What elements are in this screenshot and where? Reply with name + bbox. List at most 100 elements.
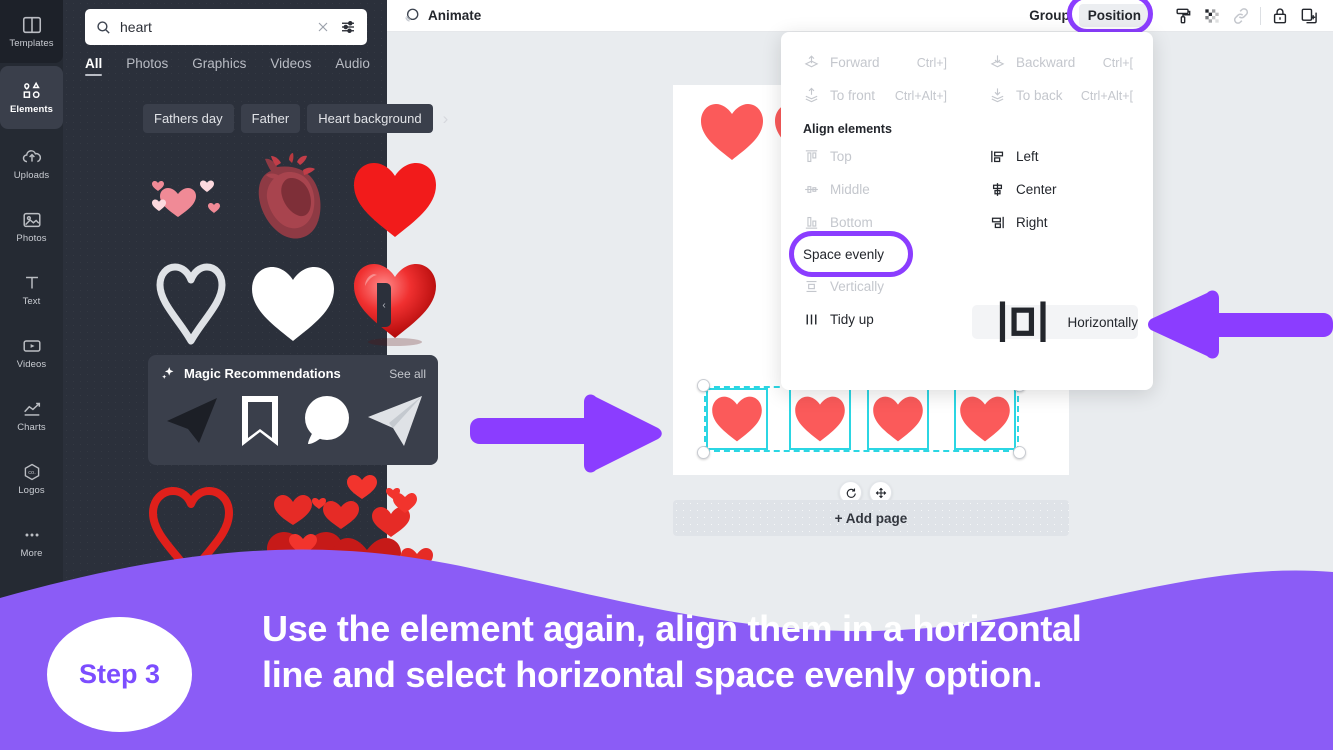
menu-item-vertically[interactable]: Vertically	[781, 270, 1153, 303]
menu-label: Middle	[830, 182, 870, 197]
result-white-outline-heart[interactable]	[143, 254, 239, 352]
menu-item-backward[interactable]: Backward Ctrl+[	[967, 46, 1153, 79]
canva-editor-screenshot: Templates Elements Uploads Photos Text V…	[0, 0, 1333, 750]
paint-roller-icon[interactable]	[1173, 6, 1193, 26]
sidebar-item-label: Photos	[16, 233, 47, 245]
menu-label: Center	[1016, 182, 1057, 197]
align-top-icon	[805, 150, 818, 163]
search-results-grid	[143, 150, 443, 358]
arrange-group: Forward Ctrl+] Backward Ctrl+[ To front …	[781, 46, 1153, 112]
tab-audio[interactable]: Audio	[335, 56, 370, 76]
result-white-filled-heart[interactable]	[245, 254, 341, 352]
search-bar[interactable]: heart	[85, 9, 367, 45]
chips-next-button[interactable]: ›	[440, 109, 449, 129]
result-glossy-red-heart[interactable]	[347, 254, 443, 352]
sidebar-item-photos[interactable]: Photos	[0, 195, 63, 258]
caption-line-2: line and select horizontal space evenly …	[262, 654, 1043, 696]
selected-hearts-group[interactable]	[697, 379, 1026, 459]
canvas-heart	[873, 396, 923, 442]
magic-recommendations-panel: Magic Recommendations See all	[148, 355, 438, 465]
search-input[interactable]: heart	[120, 19, 307, 35]
menu-label: Backward	[1016, 55, 1076, 70]
chip-heart-background[interactable]: Heart background	[307, 104, 433, 133]
result-pink-hearts-cluster[interactable]	[143, 150, 239, 248]
sidebar-item-videos[interactable]: Videos	[0, 321, 63, 384]
toolbar-right-group: Group Position	[1029, 0, 1333, 34]
tab-photos[interactable]: Photos	[126, 56, 168, 76]
sidebar-item-elements[interactable]: Elements	[0, 66, 63, 129]
menu-label: Horizontally	[1067, 314, 1138, 330]
photos-icon	[22, 213, 41, 228]
text-icon	[25, 277, 38, 289]
space-horizontally-icon	[999, 301, 1046, 343]
menu-item-align-middle[interactable]: Middle	[781, 173, 967, 206]
sidebar-item-label: Templates	[9, 38, 54, 50]
result-anatomical-heart[interactable]	[245, 150, 341, 248]
filter-sliders-icon[interactable]	[339, 18, 357, 36]
position-button[interactable]: Position	[1078, 4, 1150, 27]
animate-button[interactable]: Animate	[402, 6, 481, 25]
resize-handle-bottom-right[interactable]	[1013, 446, 1026, 459]
sidebar-item-logos[interactable]: co. Logos	[0, 447, 63, 510]
canvas-heart[interactable]	[697, 100, 767, 164]
sidebar-item-label: Text	[22, 296, 41, 308]
sparkle-icon	[162, 367, 174, 379]
backward-icon	[990, 55, 1005, 68]
menu-item-align-center[interactable]: Center	[967, 173, 1153, 206]
tab-all[interactable]: All	[85, 56, 103, 76]
sidebar-item-uploads[interactable]: Uploads	[0, 132, 63, 195]
caption-banner: Step 3 Use the element again, align them…	[0, 530, 1333, 750]
menu-item-align-left[interactable]: Left	[967, 140, 1153, 173]
menu-shortcut: Ctrl+]	[916, 55, 947, 70]
align-center-icon	[992, 183, 1003, 196]
chip-father[interactable]: Father	[240, 104, 301, 133]
menu-item-to-front[interactable]: To front Ctrl+Alt+]	[781, 79, 967, 112]
menu-label: Top	[830, 149, 852, 164]
resize-handle-bottom-left[interactable]	[697, 446, 710, 459]
sidebar-item-label: Logos	[18, 485, 45, 497]
sidebar-item-templates[interactable]: Templates	[0, 0, 63, 63]
transparency-icon[interactable]	[1202, 6, 1222, 26]
menu-label: To back	[1016, 88, 1063, 103]
group-button[interactable]: Group	[1029, 8, 1070, 23]
paper-plane-dark-icon[interactable]	[161, 393, 223, 449]
menu-item-align-bottom[interactable]: Bottom	[781, 206, 967, 239]
paper-plane-light-icon[interactable]	[364, 393, 426, 449]
selected-heart-item[interactable]	[706, 388, 768, 450]
menu-label: Bottom	[830, 215, 873, 230]
bookmark-icon[interactable]	[232, 392, 288, 450]
tab-videos[interactable]: Videos	[270, 56, 311, 76]
sidebar-item-label: Videos	[16, 359, 47, 371]
duplicate-icon[interactable]	[1299, 6, 1319, 26]
panel-collapse-button[interactable]: ‹	[377, 283, 391, 327]
glossy-red-heart-icon	[354, 264, 436, 346]
elements-icon	[23, 82, 40, 99]
menu-shortcut: Ctrl+Alt+]	[894, 88, 947, 103]
menu-item-align-right[interactable]: Right	[967, 206, 1153, 239]
link-icon[interactable]	[1231, 6, 1251, 26]
align-section-header: Align elements	[803, 122, 892, 136]
menu-item-align-top[interactable]: Top	[781, 140, 967, 173]
close-icon[interactable]	[315, 19, 331, 35]
menu-item-forward[interactable]: Forward Ctrl+]	[781, 46, 967, 79]
sidebar-item-text[interactable]: Text	[0, 258, 63, 321]
menu-item-horizontally[interactable]: Horizontally	[972, 301, 1138, 343]
category-tabs: All Photos Graphics Videos Audio	[85, 56, 370, 76]
resize-handle-top-left[interactable]	[697, 379, 710, 392]
menu-item-to-back[interactable]: To back Ctrl+Alt+[	[967, 79, 1153, 112]
tab-graphics[interactable]: Graphics	[192, 56, 246, 76]
selected-heart-item[interactable]	[789, 388, 851, 450]
chip-fathers-day[interactable]: Fathers day	[143, 104, 234, 133]
menu-label: Vertically	[830, 279, 885, 294]
red-heart-icon	[354, 163, 436, 237]
lock-icon[interactable]	[1270, 6, 1290, 26]
sidebar-item-charts[interactable]: Charts	[0, 384, 63, 447]
tidy-up-icon	[806, 314, 817, 325]
menu-shortcut: Ctrl+[	[1102, 55, 1133, 70]
selected-heart-item[interactable]	[867, 388, 929, 450]
speech-bubble-icon[interactable]	[297, 392, 355, 450]
result-red-heart[interactable]	[347, 150, 443, 248]
search-icon	[97, 20, 110, 34]
see-all-link[interactable]: See all	[389, 367, 426, 381]
selected-heart-item[interactable]	[954, 388, 1016, 450]
